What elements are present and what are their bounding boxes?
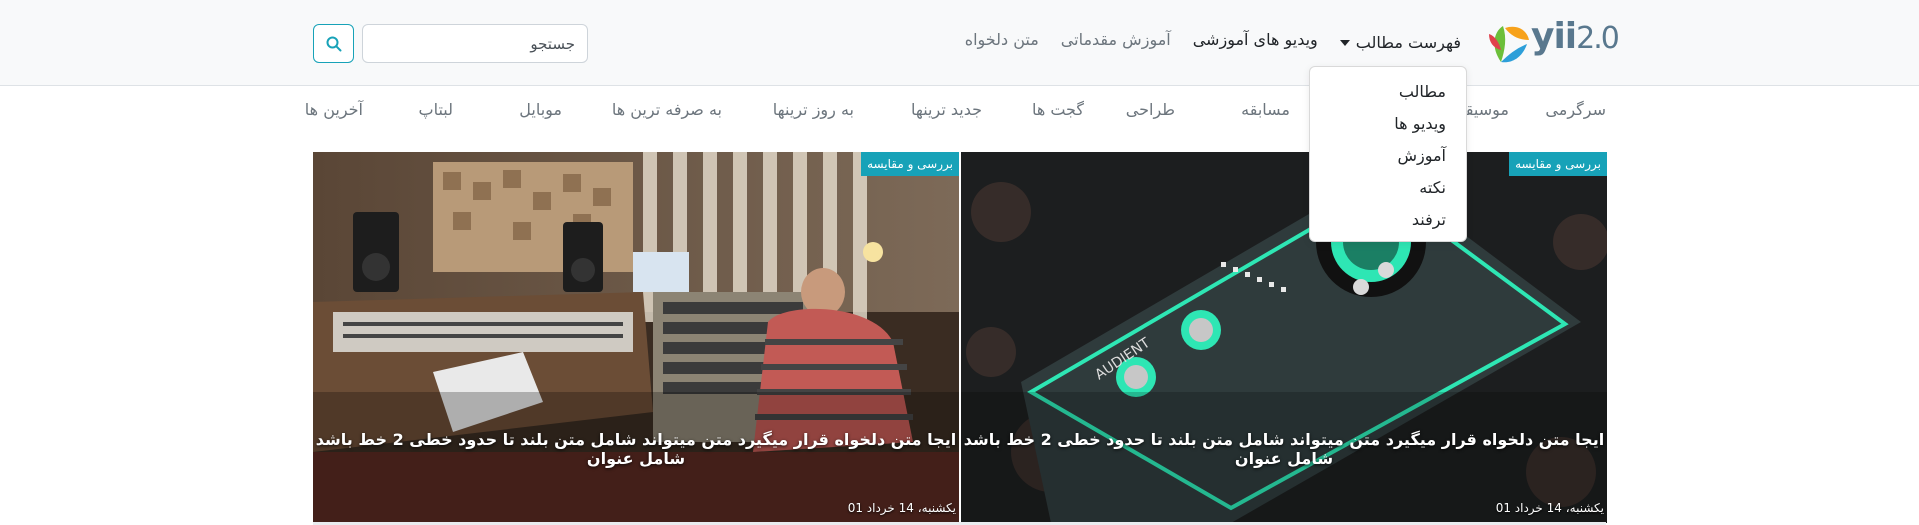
top-navbar: yii2.0 فهرست مطالب ویدیو های آموزشی آموز… <box>0 0 1919 86</box>
category-badge[interactable]: بررسی و مقایسه <box>861 152 959 176</box>
nav-item-videos[interactable]: ویدیو های آموزشی <box>1193 30 1318 54</box>
dropdown-item-articles[interactable]: مطالب <box>1310 76 1466 108</box>
brand-text: yii2.0 <box>1531 16 1620 57</box>
category-badge[interactable]: بررسی و مقایسه <box>1509 152 1607 176</box>
card-title[interactable]: ایجا متن دلخواه قرار میگیرد متن میتواند … <box>313 430 959 468</box>
category-entertainment[interactable]: سرگرمی <box>1545 100 1606 119</box>
card-date: یکشنبه، 14 خرداد 01 <box>847 501 956 515</box>
nav-item-basic-training[interactable]: آموزش مقدماتی <box>1061 30 1171 54</box>
category-newest[interactable]: جدید ترینها <box>911 100 982 119</box>
category-mobile[interactable]: موبایل <box>519 100 562 119</box>
category-gadgets[interactable]: گجت ها <box>1032 100 1084 119</box>
search-input[interactable] <box>362 24 588 63</box>
card-date: یکشنبه، 14 خرداد 01 <box>1495 501 1604 515</box>
nav-item-custom-text[interactable]: متن دلخواه <box>965 30 1039 54</box>
category-updated[interactable]: به روز ترینها <box>773 100 854 119</box>
card-title[interactable]: ایجا متن دلخواه قرار میگیرد متن میتواند … <box>961 430 1607 468</box>
nav-dropdown-toggle[interactable]: فهرست مطالب <box>1339 30 1461 54</box>
category-competition[interactable]: مسابقه <box>1241 100 1290 119</box>
category-affordable[interactable]: به صرفه ترین ها <box>612 100 722 119</box>
category-latest[interactable]: آخرین ها <box>305 100 363 119</box>
news-card[interactable]: بررسی و مقایسه ایجا متن دلخواه قرار میگی… <box>313 152 959 523</box>
dropdown-item-tip[interactable]: نکته <box>1310 172 1466 204</box>
category-design[interactable]: طراحی <box>1126 100 1175 119</box>
dropdown-item-trick[interactable]: ترفند <box>1310 204 1466 236</box>
news-card[interactable]: AUDIENT iD14 بررسی و مقایسه ایجا متن دلخ… <box>961 152 1607 523</box>
search-icon <box>326 36 341 51</box>
main-nav: فهرست مطالب ویدیو های آموزشی آموزش مقدما… <box>965 30 1461 54</box>
caret-down-icon <box>1339 40 1350 46</box>
category-laptop[interactable]: لبتاپ <box>419 100 453 119</box>
search-button[interactable] <box>313 24 354 63</box>
dropdown-item-videos[interactable]: ویدیو ها <box>1310 108 1466 140</box>
dropdown-item-tutorial[interactable]: آموزش <box>1310 140 1466 172</box>
nav-dropdown-menu: مطالب ویدیو ها آموزش نکته ترفند <box>1309 66 1467 242</box>
nav-dropdown-label: فهرست مطالب <box>1355 32 1461 52</box>
